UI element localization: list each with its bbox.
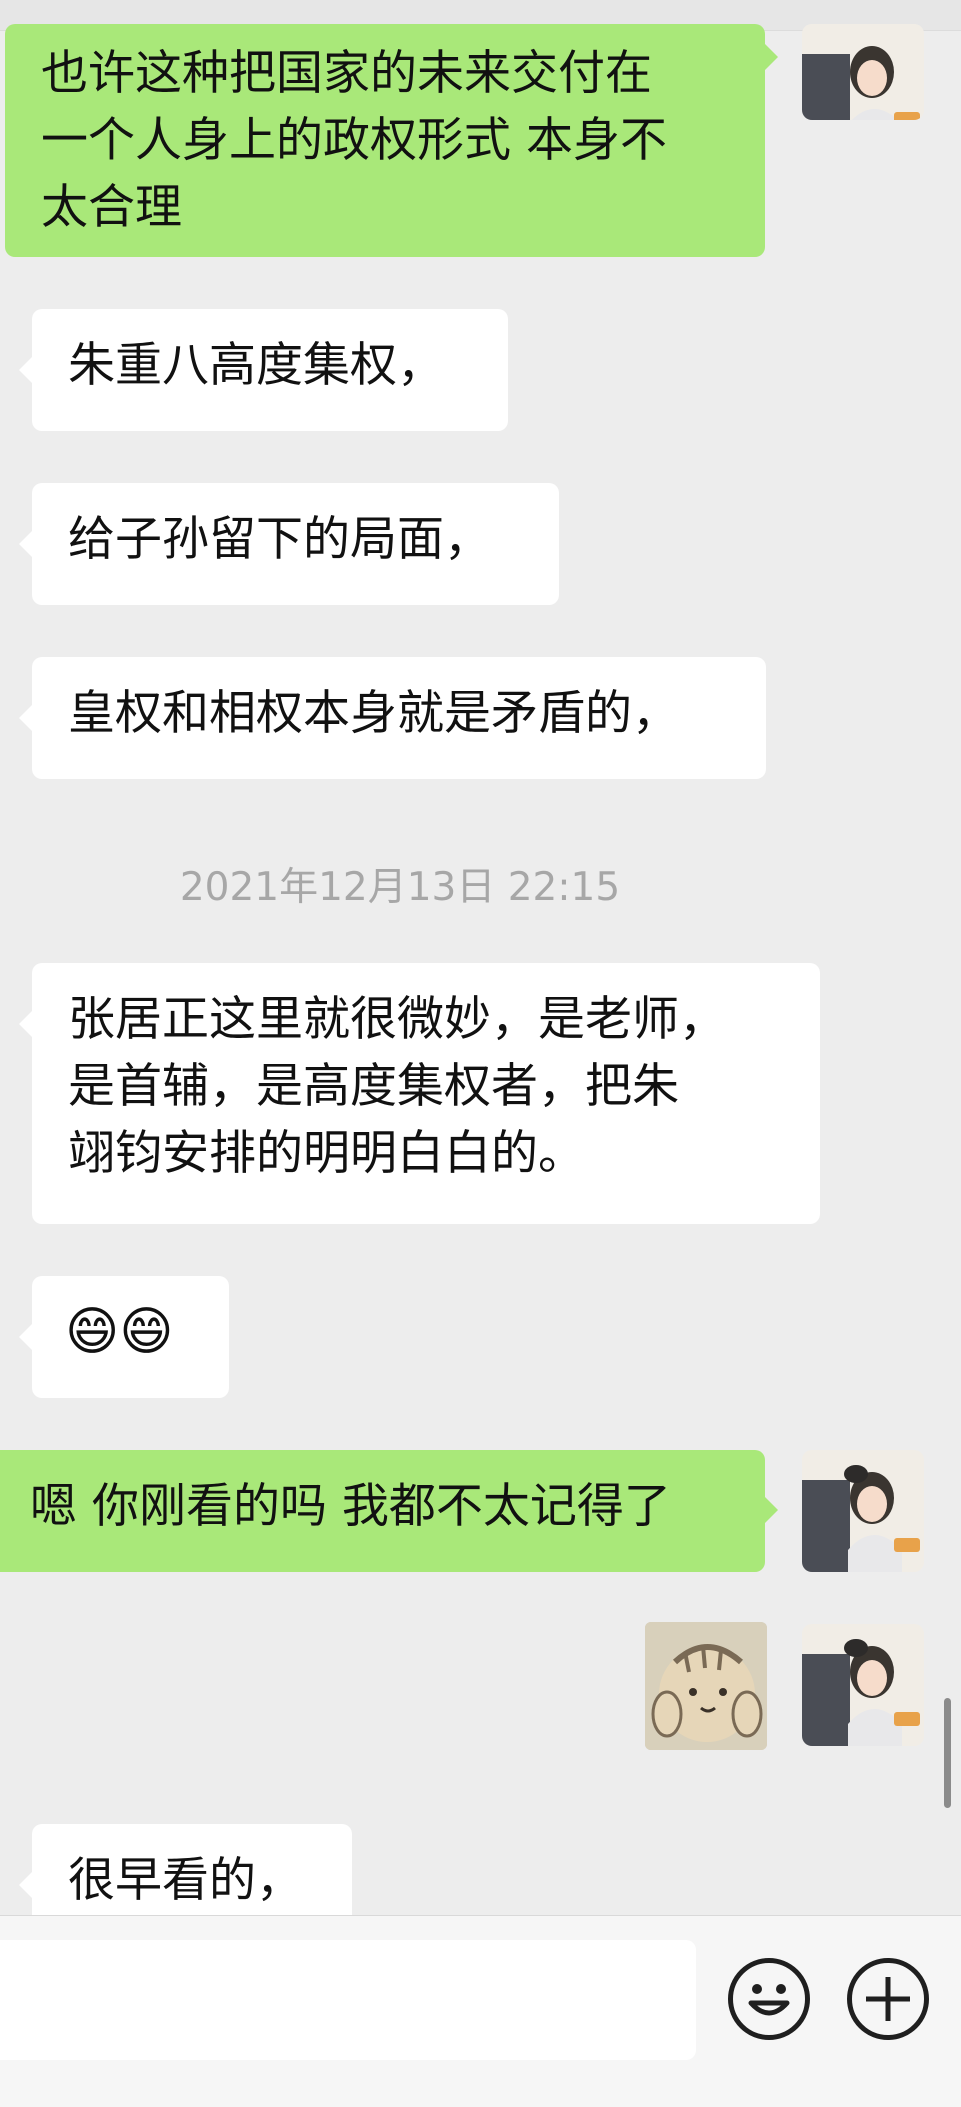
bubble-tail: [19, 1324, 32, 1350]
plus-circle-icon: [866, 1977, 910, 2021]
bubble-tail: [19, 531, 32, 557]
message-timestamp: 2021年12月13日 22:15: [179, 865, 621, 910]
more-options-button[interactable]: [847, 1958, 929, 2040]
cat-sticker-message[interactable]: [645, 1622, 767, 1750]
bubble-tail: [19, 1872, 32, 1898]
incoming-message-bubble[interactable]: 给子孙留下的局面，: [32, 483, 559, 605]
user-avatar[interactable]: [802, 24, 924, 120]
message-text-input[interactable]: [0, 1940, 696, 2060]
incoming-message-bubble[interactable]: 张居正这里就很微妙，是老师， 是首辅，是高度集权者，把朱 翊钧安排的明明白白的。: [32, 963, 820, 1224]
bubble-tail: [19, 705, 32, 731]
incoming-message-bubble[interactable]: 皇权和相权本身就是矛盾的，: [32, 657, 766, 779]
smiley-face-icon: [748, 1984, 790, 2016]
bubble-tail: [19, 357, 32, 383]
incoming-message-bubble[interactable]: 朱重八高度集权，: [32, 309, 508, 431]
user-avatar[interactable]: [802, 1450, 924, 1572]
user-avatar[interactable]: [802, 1624, 924, 1746]
message-input-bar: [0, 1915, 961, 2107]
bubble-tail: [765, 44, 778, 70]
chat-message-list[interactable]: 也许这种把国家的未来交付在 一个人身上的政权形式 本身不 太合理 朱重八高度集权…: [0, 0, 961, 1915]
emoji-button[interactable]: [728, 1958, 810, 2040]
incoming-emoji-message[interactable]: 😄😄: [32, 1276, 229, 1398]
scrollbar-thumb[interactable]: [944, 1698, 951, 1808]
incoming-message-bubble[interactable]: 很早看的，: [32, 1824, 352, 1915]
outgoing-message-bubble[interactable]: 也许这种把国家的未来交付在 一个人身上的政权形式 本身不 太合理: [5, 24, 765, 257]
outgoing-message-bubble[interactable]: 嗯 你刚看的吗 我都不太记得了: [0, 1450, 765, 1572]
bubble-tail: [765, 1497, 778, 1523]
bubble-tail: [19, 1011, 32, 1037]
